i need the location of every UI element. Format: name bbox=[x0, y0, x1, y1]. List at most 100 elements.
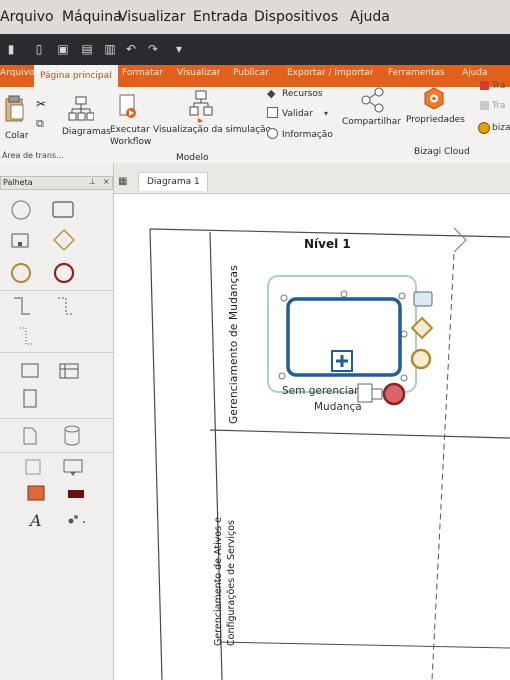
intermediate-event-shape-icon[interactable] bbox=[11, 263, 31, 283]
tab-ferramentas[interactable]: Ferramentas bbox=[388, 68, 445, 78]
menu-maquina[interactable]: Máquina bbox=[62, 9, 122, 25]
tab-ajuda[interactable]: Ajuda bbox=[462, 68, 488, 78]
information-icon[interactable] bbox=[267, 128, 278, 139]
document-tab-strip: ▦ Diagrama 1 bbox=[114, 163, 510, 194]
right-item-1[interactable]: Tra bbox=[492, 81, 505, 91]
palette-group-events bbox=[11, 200, 75, 284]
text-tool-icon[interactable]: A bbox=[28, 511, 42, 530]
menu-entrada[interactable]: Entrada bbox=[193, 9, 248, 25]
run-workflow-label-1[interactable]: Executar bbox=[110, 125, 150, 135]
palette-shapes: A bbox=[0, 200, 113, 530]
run-workflow-icon[interactable] bbox=[118, 93, 138, 121]
copy-icon[interactable]: ⧉ bbox=[36, 117, 44, 131]
menu-ajuda[interactable]: Ajuda bbox=[350, 9, 390, 25]
quick-add-intermediate-icon[interactable] bbox=[410, 348, 432, 370]
paste-icon[interactable] bbox=[4, 95, 26, 125]
diagram-canvas[interactable]: Nível 1 Gerenciamento de Mudanças Gerenc… bbox=[114, 194, 510, 680]
tab-arquivo[interactable]: Arquivo bbox=[0, 68, 34, 78]
diagram-svg bbox=[149, 227, 510, 680]
paste-label[interactable]: Colar bbox=[5, 131, 29, 141]
app-icon: ▮ bbox=[7, 42, 15, 56]
transfer-icon[interactable] bbox=[480, 81, 489, 90]
tab-formatar[interactable]: Formatar bbox=[122, 68, 163, 78]
gateway-shape-icon[interactable] bbox=[53, 229, 75, 251]
handle-nw-icon[interactable] bbox=[280, 294, 288, 302]
diagram-menu-icon[interactable]: ▦ bbox=[118, 176, 127, 187]
resources-icon[interactable]: ◆ bbox=[267, 87, 275, 100]
lane-shape-icon[interactable] bbox=[59, 363, 79, 379]
right-item-3[interactable]: biza bbox=[492, 123, 510, 133]
data-store-icon[interactable] bbox=[64, 425, 80, 433]
quick-add-task-icon[interactable] bbox=[413, 291, 433, 307]
share-label[interactable]: Compartilhar bbox=[342, 117, 401, 127]
open-icon[interactable]: ▣ bbox=[56, 42, 70, 56]
menu-arquivo[interactable]: Arquivo bbox=[0, 9, 54, 25]
task-label-line-1: Sem gerenciar bbox=[282, 385, 359, 397]
tab-publicar[interactable]: Publicar bbox=[233, 68, 269, 78]
quick-connector-icon[interactable] bbox=[371, 388, 383, 400]
handle-n-icon[interactable] bbox=[340, 290, 348, 298]
ribbon-tab-bar: Arquivo Página principal Formatar Visual… bbox=[0, 65, 510, 87]
validate-checkbox-icon[interactable] bbox=[267, 107, 278, 118]
pin-icon[interactable]: ⊥ bbox=[89, 177, 96, 186]
properties-label[interactable]: Propriedades bbox=[406, 115, 465, 125]
sequence-flow-icon[interactable] bbox=[14, 297, 30, 315]
image-shape-icon[interactable] bbox=[27, 485, 45, 501]
customize-qat-icon[interactable]: ▾ bbox=[172, 42, 186, 56]
link-tool-icon[interactable] bbox=[68, 518, 74, 524]
validate-label[interactable]: Validar bbox=[282, 109, 313, 119]
validate-dropdown-icon[interactable]: ▾ bbox=[324, 109, 328, 118]
simulation-label[interactable]: Visualização da simulação bbox=[153, 125, 271, 135]
screen-shape-icon[interactable] bbox=[63, 459, 83, 473]
quick-access-toolbar: ▮ ▯ ▣ ▤ ▥ ↶ ↷ ▾ bbox=[0, 34, 510, 65]
association-icon[interactable] bbox=[20, 327, 34, 345]
palette-close-icon[interactable]: × bbox=[103, 177, 110, 186]
task-shape-icon[interactable] bbox=[52, 201, 74, 218]
lane-1-header[interactable]: Gerenciamento de Mudanças bbox=[222, 234, 241, 424]
lane-bottom-divider bbox=[219, 641, 510, 649]
new-file-icon[interactable]: ▯ bbox=[32, 42, 46, 56]
cut-icon[interactable]: ✂ bbox=[36, 97, 46, 111]
pool-title: Nível 1 bbox=[304, 237, 351, 251]
handle-sw-icon[interactable] bbox=[278, 372, 286, 380]
handle-ne-icon[interactable] bbox=[398, 292, 406, 300]
lane-2-header[interactable]: Gerenciamento de Ativos e Configurações … bbox=[212, 436, 238, 646]
run-workflow-label-2[interactable]: Workflow bbox=[110, 137, 151, 147]
end-event-shape-icon[interactable] bbox=[53, 262, 75, 284]
print-icon[interactable]: ▥ bbox=[103, 42, 117, 56]
save-icon[interactable]: ▤ bbox=[80, 42, 94, 56]
pool-shape-icon[interactable] bbox=[21, 363, 39, 378]
information-label[interactable]: Informação bbox=[282, 130, 333, 140]
tab-diagrama-1[interactable]: Diagrama 1 bbox=[138, 172, 208, 191]
diagrams-icon[interactable] bbox=[68, 95, 94, 123]
ribbon: Colar ✂ ⧉ Área de trans... Diagramas Exe… bbox=[0, 81, 510, 164]
phase-shape-icon[interactable] bbox=[23, 389, 37, 408]
palette-group-misc: A bbox=[25, 459, 85, 530]
data-object-icon[interactable] bbox=[23, 427, 37, 445]
menu-dispositivos[interactable]: Dispositivos bbox=[254, 9, 338, 25]
undo-icon[interactable]: ↶ bbox=[124, 42, 138, 56]
tab-pagina-principal[interactable]: Página principal bbox=[34, 65, 118, 87]
quick-add-end-event-icon[interactable] bbox=[382, 382, 406, 406]
resources-label[interactable]: Recursos bbox=[282, 89, 323, 99]
text-annotation-icon[interactable] bbox=[25, 459, 41, 475]
vm-menu-bar: Arquivo Máquina Visualizar Entrada Dispo… bbox=[0, 0, 510, 35]
tab-visualizar[interactable]: Visualizar bbox=[177, 68, 220, 78]
handle-e-icon[interactable] bbox=[400, 330, 408, 338]
header-shape-icon[interactable] bbox=[68, 490, 84, 498]
bizagi-globe-icon[interactable] bbox=[478, 122, 490, 134]
message-flow-icon[interactable] bbox=[58, 297, 72, 315]
diagrams-label[interactable]: Diagramas bbox=[62, 127, 111, 137]
handle-se-icon[interactable] bbox=[400, 374, 408, 382]
start-event-shape-icon[interactable] bbox=[11, 200, 31, 220]
transfer-disabled-icon bbox=[480, 101, 489, 110]
palette-header[interactable]: Palheta ⊥ × bbox=[0, 176, 113, 190]
simulation-view-icon[interactable] bbox=[188, 89, 216, 123]
redo-icon[interactable]: ↷ bbox=[146, 42, 160, 56]
properties-icon[interactable] bbox=[422, 87, 446, 111]
tab-exportar-importar[interactable]: Exportar / Importar bbox=[287, 68, 374, 78]
menu-visualizar[interactable]: Visualizar bbox=[118, 9, 185, 25]
bizagi-cloud-group-label: Bizagi Cloud bbox=[414, 147, 470, 157]
share-icon[interactable] bbox=[360, 87, 386, 113]
quick-add-data-icon[interactable] bbox=[357, 383, 373, 403]
